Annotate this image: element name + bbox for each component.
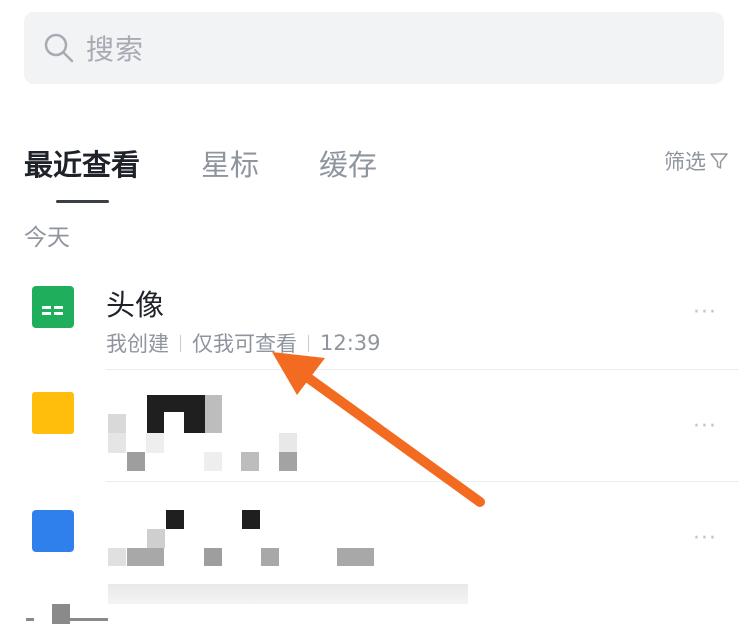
tab-bar: 最近查看 星标 缓存 筛选: [24, 140, 729, 206]
file-owner: 我创建: [106, 332, 169, 356]
sheet-icon: [32, 286, 74, 328]
search-bar[interactable]: 搜索: [24, 12, 724, 84]
filter-button[interactable]: 筛选: [664, 146, 729, 176]
file-time: 12:39: [320, 331, 381, 355]
file-row-redacted[interactable]: ···: [0, 482, 739, 597]
file-meta: 我创建 仅我可查看 12:39: [106, 328, 381, 358]
redacted-pixel: [26, 618, 34, 621]
tab-recent[interactable]: 最近查看: [24, 142, 140, 184]
filter-icon: [710, 153, 728, 169]
doc-icon: [32, 510, 74, 552]
filter-label: 筛选: [664, 150, 706, 174]
more-options-icon[interactable]: ···: [693, 526, 717, 551]
search-placeholder: 搜索: [86, 33, 145, 66]
folder-icon: [32, 392, 74, 434]
tab-starred[interactable]: 星标: [201, 142, 259, 184]
meta-separator: [180, 334, 181, 352]
redacted-pixel: [70, 618, 108, 621]
section-today-label: 今天: [24, 225, 70, 251]
redacted-bar: [108, 584, 468, 604]
file-row-avatar[interactable]: 头像 我创建 仅我可查看 12:39 ···: [0, 266, 739, 381]
search-icon: [44, 33, 74, 63]
meta-separator: [308, 334, 309, 352]
active-tab-indicator: [56, 200, 109, 203]
more-options-icon[interactable]: ···: [693, 414, 717, 439]
file-row-redacted[interactable]: ···: [0, 370, 739, 485]
more-options-icon[interactable]: ···: [693, 300, 717, 325]
redacted-pixel: [52, 604, 70, 624]
file-title: 头像: [106, 288, 165, 322]
file-permission: 仅我可查看: [192, 332, 297, 356]
tab-cache[interactable]: 缓存: [319, 142, 377, 184]
